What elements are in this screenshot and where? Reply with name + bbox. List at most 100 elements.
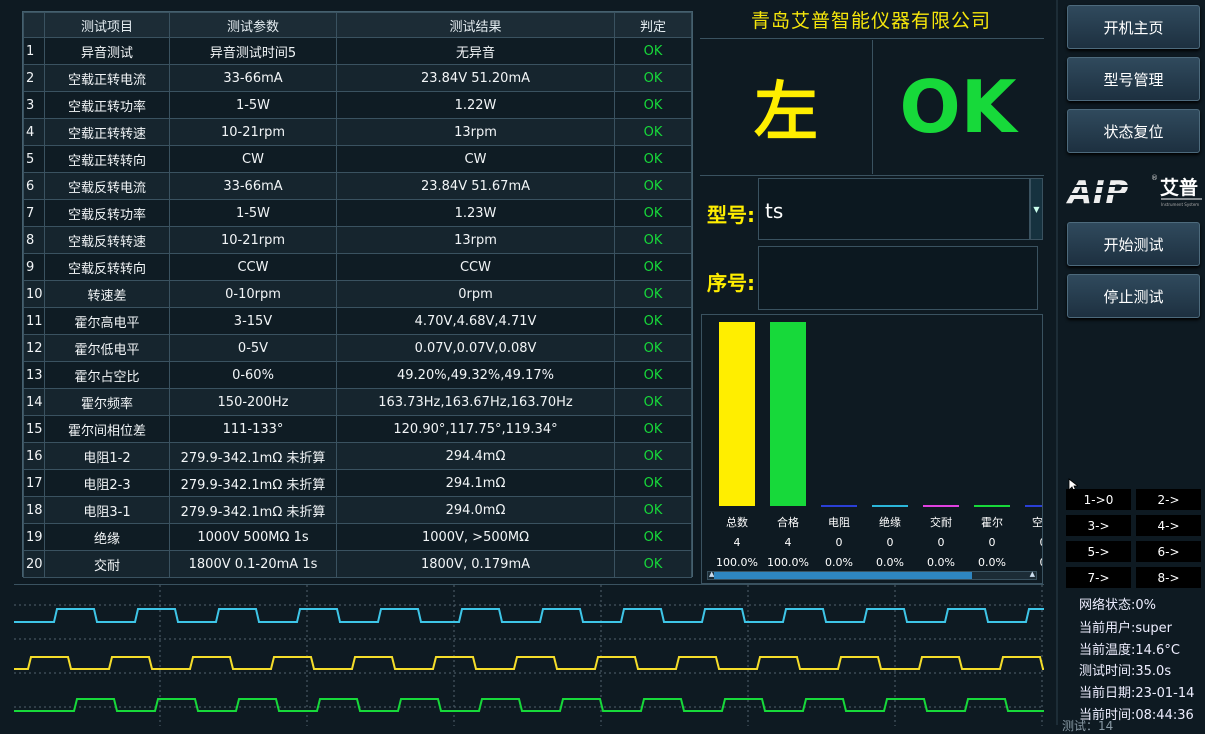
row-index: 6 (23, 172, 45, 200)
waveform-trace-3 (14, 698, 1044, 712)
row-judge: OK (614, 550, 692, 578)
row-index: 1 (23, 37, 45, 65)
waveform-trace-1 (14, 608, 1044, 623)
row-item: 霍尔高电平 (44, 307, 170, 335)
row-result: 13rpm (336, 118, 615, 146)
chevron-down-icon[interactable]: ▼ (1030, 178, 1043, 240)
table-row: 14 霍尔频率 150-200Hz 163.73Hz,163.67Hz,163.70H… (23, 388, 692, 416)
start-test-button[interactable]: 开始测试 (1067, 222, 1200, 266)
row-param: CCW (169, 253, 337, 281)
model-label: 型号: (707, 203, 755, 227)
row-index: 9 (23, 253, 45, 281)
bar-4 (923, 505, 959, 507)
row-judge: OK (614, 37, 692, 65)
row-item: 电阻3-1 (44, 496, 170, 524)
row-index: 11 (23, 307, 45, 335)
row-result: CW (336, 145, 615, 173)
model-mgmt-button[interactable]: 型号管理 (1067, 57, 1200, 101)
row-index: 14 (23, 388, 45, 416)
bar-label: 绝缘 (879, 515, 901, 529)
bar-count: 4 (734, 536, 741, 549)
row-index: 16 (23, 442, 45, 470)
channel-button-2[interactable]: 2-> (1136, 489, 1201, 510)
channel-button-7[interactable]: 7-> (1066, 567, 1131, 588)
row-judge: OK (614, 280, 692, 308)
row-item: 异音测试 (44, 37, 170, 65)
header-index (23, 12, 45, 38)
table-row: 16 电阻1-2 279.9-342.1mΩ 未折算 294.4mΩ OK (23, 442, 692, 470)
scroll-right-icon[interactable]: ▲ (1030, 570, 1035, 578)
row-index: 18 (23, 496, 45, 524)
bar-label: 霍尔 (981, 516, 1003, 529)
row-item: 空载反转转速 (44, 226, 170, 254)
reset-button[interactable]: 状态复位 (1067, 109, 1200, 153)
model-select[interactable]: ts (758, 178, 1030, 240)
results-table: 测试项目 测试参数 测试结果 判定 1 异音测试 异音测试时间5 无异音 OK 2 空载正转… (22, 11, 693, 578)
row-index: 12 (23, 334, 45, 362)
table-row: 18 电阻3-1 279.9-342.1mΩ 未折算 294.0mΩ OK (23, 496, 692, 524)
channel-button-6[interactable]: 6-> (1136, 541, 1201, 562)
row-param: 异音测试时间5 (169, 37, 337, 65)
row-judge: OK (614, 523, 692, 551)
row-index: 8 (23, 226, 45, 254)
aip-logo: AIP ® 艾普 Instrument System (1065, 172, 1204, 216)
row-index: 5 (23, 145, 45, 173)
scroll-thumb[interactable] (714, 572, 972, 579)
header-param: 测试参数 (169, 12, 337, 38)
header-result: 测试结果 (336, 12, 615, 38)
row-index: 13 (23, 361, 45, 389)
row-index: 10 (23, 280, 45, 308)
chart-scrollbar[interactable]: ▲ ▲ (707, 570, 1037, 580)
serial-label: 序号: (707, 271, 755, 295)
row-result: 163.73Hz,163.67Hz,163.70Hz (336, 388, 615, 416)
row-result: 1.22W (336, 91, 615, 119)
row-param: 3-15V (169, 307, 337, 335)
row-item: 空载反转转向 (44, 253, 170, 281)
channel-button-3[interactable]: 3-> (1066, 515, 1131, 536)
waveform-panel (14, 584, 1044, 726)
row-judge: OK (614, 469, 692, 497)
row-judge: OK (614, 118, 692, 146)
table-row: 15 霍尔间相位差 111-133° 120.90°,117.75°,119.34° O… (23, 415, 692, 443)
channel-button-4[interactable]: 4-> (1136, 515, 1201, 536)
row-param: 0-5V (169, 334, 337, 362)
serial-input[interactable] (758, 246, 1038, 310)
row-param: 1-5W (169, 199, 337, 227)
channel-button-8[interactable]: 8-> (1136, 567, 1201, 588)
row-item: 电阻1-2 (44, 442, 170, 470)
row-item: 空载反转功率 (44, 199, 170, 227)
bar-1 (770, 322, 806, 506)
bar-5 (974, 505, 1010, 507)
row-index: 20 (23, 550, 45, 578)
row-judge: OK (614, 442, 692, 470)
row-result: 294.1mΩ (336, 469, 615, 497)
row-result: 294.4mΩ (336, 442, 615, 470)
table-row: 10 转速差 0-10rpm 0rpm OK (23, 280, 692, 308)
row-param: 0-60% (169, 361, 337, 389)
row-item: 霍尔占空比 (44, 361, 170, 389)
table-row: 3 空载正转功率 1-5W 1.22W OK (23, 91, 692, 119)
bar-label: 合格 (777, 515, 799, 529)
bar-percent: 0.0% (825, 556, 853, 569)
row-judge: OK (614, 64, 692, 92)
row-result: 23.84V 51.20mA (336, 64, 615, 92)
bar-count: 0 (887, 536, 894, 549)
table-row: 2 空载正转电流 33-66mA 23.84V 51.20mA OK (23, 64, 692, 92)
channel-button-1[interactable]: 1->0 (1066, 489, 1131, 510)
verdict-indicator: OK (899, 65, 1017, 149)
row-param: 1000V 500MΩ 1s (169, 523, 337, 551)
stop-test-button[interactable]: 停止测试 (1067, 274, 1200, 318)
row-param: 279.9-342.1mΩ 未折算 (169, 496, 337, 524)
bar-0 (719, 322, 755, 506)
row-judge: OK (614, 388, 692, 416)
row-result: 1800V, 0.179mA (336, 550, 615, 578)
bar-count: 0 (1040, 536, 1044, 549)
home-button[interactable]: 开机主页 (1067, 5, 1200, 49)
stats-chart: 总数 4 100.0% 合格 4 100.0% 电阻 0 0.0% 绝缘 0 0.0% 交耐 0 0.0% 霍… (701, 314, 1043, 584)
channel-button-5[interactable]: 5-> (1066, 541, 1131, 562)
row-index: 19 (23, 523, 45, 551)
header-judge: 判定 (614, 12, 692, 38)
row-judge: OK (614, 91, 692, 119)
bar-label: 电阻 (828, 516, 850, 529)
row-param: 279.9-342.1mΩ 未折算 (169, 469, 337, 497)
